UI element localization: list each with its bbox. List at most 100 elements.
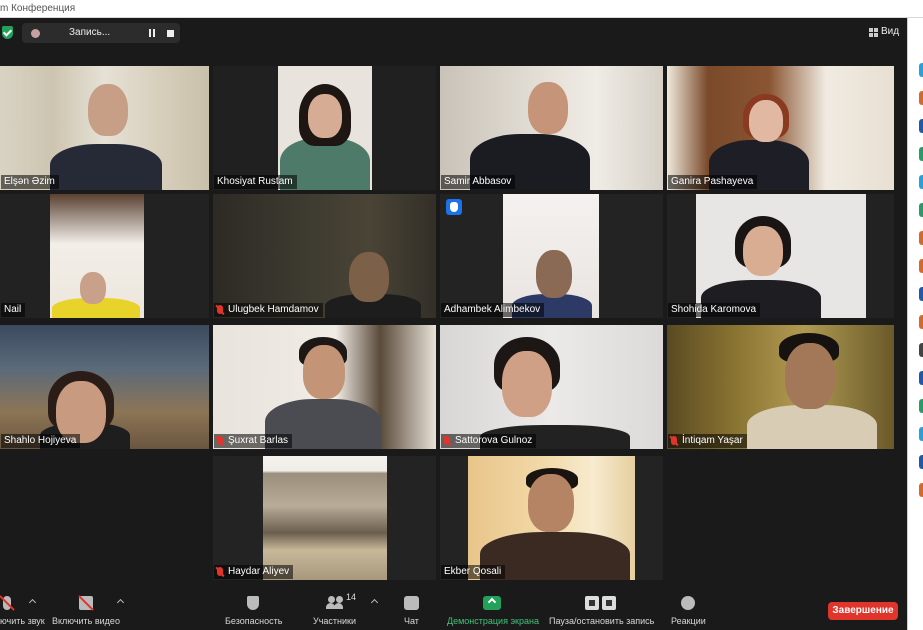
- video-tile[interactable]: Elşən Əzim: [0, 66, 209, 190]
- record-stop-glyph: [602, 596, 616, 610]
- side-item: [919, 231, 923, 245]
- mic-muted-icon: [671, 436, 677, 445]
- participant-name: Adhambek Alimbekov: [441, 303, 545, 317]
- side-item: [919, 427, 923, 441]
- side-item: [919, 343, 923, 357]
- reactions-button[interactable]: Реакции: [670, 583, 706, 630]
- unmute-label: ючить звук: [0, 616, 45, 626]
- video-tile[interactable]: Khosiyat Rustam: [213, 66, 436, 190]
- participant-name: Haydar Aliyev: [214, 565, 294, 579]
- participant-figure: [747, 405, 877, 449]
- participant-name: Shahlo Hojiyeva: [1, 434, 81, 448]
- reactions-icon: [681, 596, 695, 610]
- participant-face: [349, 252, 389, 302]
- shield-icon[interactable]: [2, 26, 13, 39]
- stop-icon[interactable]: [167, 30, 174, 37]
- mic-muted-icon: [217, 305, 223, 314]
- recording-dot-icon: [31, 29, 40, 38]
- mic-muted-icon: [444, 436, 450, 445]
- user-body: [334, 603, 343, 609]
- participants-label: Участники: [313, 616, 356, 626]
- security-button[interactable]: Безопасность: [222, 583, 286, 630]
- participant-name: Khosiyat Rustam: [214, 175, 297, 189]
- participant-name: Samir Abbasov: [441, 175, 516, 189]
- participants-button[interactable]: 14 Участники: [310, 583, 382, 630]
- participant-face: [749, 100, 783, 142]
- chevron-up-icon[interactable]: [370, 598, 379, 607]
- raised-hand-icon: [446, 199, 462, 215]
- video-tile[interactable]: Shohida Karomova: [667, 194, 894, 318]
- end-meeting-button[interactable]: Завершение: [828, 602, 898, 620]
- side-item: [919, 147, 923, 161]
- video-tile[interactable]: Ekber Qosali: [440, 456, 663, 580]
- participant-name: İntiqam Yaşar: [668, 434, 747, 448]
- side-item: [919, 315, 923, 329]
- reactions-label: Реакции: [671, 616, 706, 626]
- chat-icon: [404, 596, 419, 610]
- mic-muted-icon: [217, 567, 223, 576]
- side-item: [919, 483, 923, 497]
- participant-face: [308, 94, 342, 138]
- user-head: [336, 596, 343, 603]
- participant-name: Şuxrat Barlas: [214, 434, 293, 448]
- participant-face: [785, 343, 835, 409]
- pause-icon[interactable]: [147, 29, 157, 37]
- pause-stop-recording-button[interactable]: Пауза/остановить запись: [548, 583, 656, 630]
- side-item: [919, 455, 923, 469]
- share-screen-icon: [483, 596, 501, 610]
- view-label: Вид: [881, 26, 900, 37]
- side-item: [919, 175, 923, 189]
- participant-figure: [50, 144, 162, 190]
- start-video-button[interactable]: Включить видео: [50, 583, 134, 630]
- side-item: [919, 91, 923, 105]
- chevron-up-icon[interactable]: [116, 598, 125, 607]
- side-item: [919, 371, 923, 385]
- video-tile[interactable]: Samir Abbasov: [440, 66, 663, 190]
- video-tile-active-speaker[interactable]: Ganira Pashayeva: [667, 66, 894, 190]
- video-tile[interactable]: Shahlo Hojiyeva: [0, 325, 209, 449]
- participants-count: 14: [346, 592, 357, 602]
- participant-face: [743, 226, 783, 276]
- share-label: Демонстрация экрана: [447, 616, 539, 626]
- participant-name: Ganira Pashayeva: [668, 175, 758, 189]
- side-item: [919, 63, 923, 77]
- chat-label: Чат: [404, 616, 419, 626]
- video-tile[interactable]: Adhambek Alimbekov: [440, 194, 663, 318]
- participant-name: Nail: [1, 303, 26, 317]
- chevron-up-icon[interactable]: [28, 598, 37, 607]
- share-screen-button[interactable]: Демонстрация экрана: [444, 583, 540, 630]
- record-pause-glyph: [585, 596, 599, 610]
- participant-face: [88, 84, 128, 136]
- participant-name: Ulugbek Hamdamov: [214, 303, 323, 317]
- side-item: [919, 399, 923, 413]
- chat-button[interactable]: Чат: [400, 583, 424, 630]
- participant-face: [303, 345, 345, 399]
- security-icon: [247, 596, 259, 610]
- window-title: m Конференция: [0, 3, 76, 14]
- participant-name: Sattorova Gulnoz: [441, 434, 537, 448]
- side-item: [919, 287, 923, 301]
- meeting-window: Запись... Вид Elşən Əzim Khosiyat Rustam…: [0, 18, 907, 630]
- participant-face: [502, 351, 552, 417]
- unmute-button[interactable]: ючить звук: [0, 583, 45, 630]
- video-tile[interactable]: Sattorova Gulnoz: [440, 325, 663, 449]
- video-feed-inner: [263, 456, 387, 580]
- video-tile[interactable]: İntiqam Yaşar: [667, 325, 894, 449]
- participant-face: [80, 272, 106, 304]
- side-item: [919, 259, 923, 273]
- mic-muted-icon: [217, 436, 223, 445]
- window-titlebar: m Конференция: [0, 0, 923, 18]
- record-label: Пауза/остановить запись: [549, 616, 655, 626]
- participant-name: Elşən Əzim: [1, 175, 59, 189]
- record-pause-icon: [585, 596, 616, 610]
- side-item: [919, 119, 923, 133]
- participant-face: [528, 82, 568, 134]
- video-tile[interactable]: Şuxrat Barlas: [213, 325, 436, 449]
- security-label: Безопасность: [225, 616, 283, 626]
- video-tile[interactable]: Nail: [0, 194, 209, 318]
- video-tile[interactable]: Haydar Aliyev: [213, 456, 436, 580]
- video-label: Включить видео: [52, 616, 120, 626]
- participant-name: Ekber Qosali: [441, 565, 506, 579]
- video-tile[interactable]: Ulugbek Hamdamov: [213, 194, 436, 318]
- meeting-toolbar: ючить звук Включить видео Безопасность 1…: [0, 583, 907, 630]
